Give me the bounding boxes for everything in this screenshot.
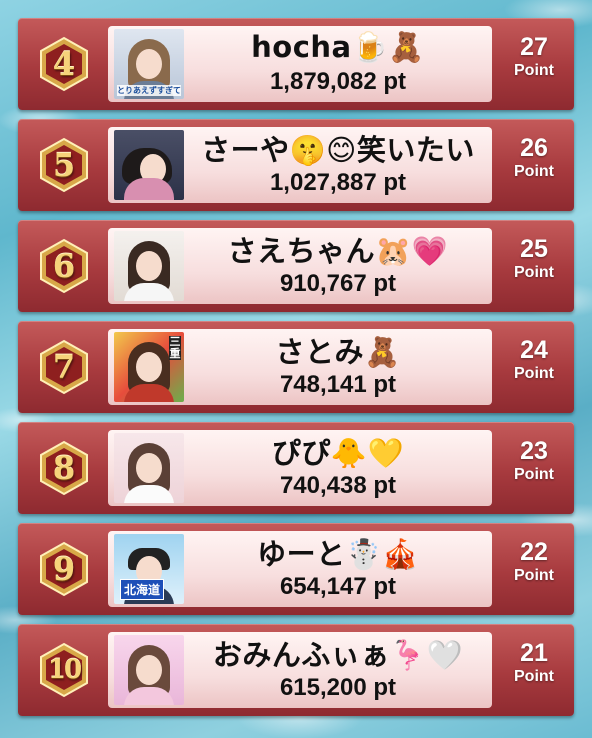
avatar-caption: 三重 (169, 335, 181, 360)
avatar[interactable]: 三重 (114, 332, 184, 402)
rank-badge: 5 (36, 137, 92, 193)
ranking-row[interactable]: 10 おみんふぃぁ🦩🤍 615,200 pt 21 Point (18, 624, 574, 716)
rank-badge: 8 (36, 440, 92, 496)
score-value: 1,027,887 pt (269, 169, 407, 196)
entry-panel: ぴぴ🐥💛 740,438 pt (108, 430, 492, 506)
ranking-row[interactable]: 7 三重 さとみ🧸 748,141 pt 24 Point (18, 321, 574, 413)
points-display: 27 Point (498, 32, 570, 96)
avatar[interactable]: 北海道 (114, 534, 184, 604)
rank-badge: 10 (36, 642, 92, 698)
streamer-name: おみんふぃぁ🦩🤍 (212, 638, 464, 672)
ranking-row[interactable]: 6 さえちゃん🐹💗 910,767 pt 25 Point (18, 220, 574, 312)
points-value: 26 (520, 134, 548, 162)
points-display: 24 Point (498, 335, 570, 399)
ranking-row[interactable]: 8 ぴぴ🐥💛 740,438 pt 23 Point (18, 422, 574, 514)
entry-panel: おみんふぃぁ🦩🤍 615,200 pt (108, 632, 492, 708)
points-value: 24 (520, 336, 548, 364)
ranking-list: 4 とりあえずすぎて! hocha🍺🧸 1,879,082 pt 27 Poin… (0, 0, 592, 738)
score-value: 748,141 pt (279, 371, 397, 398)
streamer-name: さえちゃん🐹💗 (227, 234, 449, 268)
points-display: 22 Point (498, 537, 570, 601)
entry-panel: さーや🤫😊笑いたい 1,027,887 pt (108, 127, 492, 203)
points-value: 27 (520, 33, 548, 61)
points-unit: Point (514, 163, 554, 180)
streamer-name: さーや🤫😊笑いたい (201, 133, 475, 167)
points-unit: Point (514, 365, 554, 382)
points-value: 23 (520, 437, 548, 465)
rank-number: 6 (52, 247, 76, 285)
points-value: 25 (520, 235, 548, 263)
points-unit: Point (514, 264, 554, 281)
streamer-name: ぴぴ🐥💛 (271, 436, 405, 470)
rank-number: 8 (52, 449, 76, 487)
points-display: 25 Point (498, 234, 570, 298)
score-value: 740,438 pt (279, 472, 397, 499)
entry-panel: さえちゃん🐹💗 910,767 pt (108, 228, 492, 304)
rank-number: 10 (47, 655, 82, 685)
avatar[interactable] (114, 231, 184, 301)
entry-panel: とりあえずすぎて! hocha🍺🧸 1,879,082 pt (108, 26, 492, 102)
rank-number: 5 (52, 146, 76, 184)
score-value: 1,879,082 pt (269, 68, 407, 95)
rank-number: 9 (52, 550, 76, 588)
avatar-caption: 北海道 (120, 579, 165, 600)
rank-badge: 4 (36, 36, 92, 92)
points-unit: Point (514, 62, 554, 79)
points-value: 22 (520, 538, 548, 566)
rank-badge: 6 (36, 238, 92, 294)
entry-panel: 三重 さとみ🧸 748,141 pt (108, 329, 492, 405)
score-value: 654,147 pt (279, 573, 397, 600)
streamer-name: hocha🍺🧸 (251, 29, 425, 64)
points-value: 21 (520, 639, 548, 667)
rank-number: 4 (52, 45, 76, 83)
ranking-row[interactable]: 4 とりあえずすぎて! hocha🍺🧸 1,879,082 pt 27 Poin… (18, 18, 574, 110)
avatar[interactable] (114, 130, 184, 200)
points-unit: Point (514, 567, 554, 584)
points-display: 26 Point (498, 133, 570, 197)
avatar[interactable] (114, 433, 184, 503)
avatar-caption: とりあえずすぎて! (117, 85, 181, 96)
avatar[interactable]: とりあえずすぎて! (114, 29, 184, 99)
streamer-name: さとみ🧸 (275, 335, 401, 369)
avatar[interactable] (114, 635, 184, 705)
ranking-row[interactable]: 5 さーや🤫😊笑いたい 1,027,887 pt 26 Point (18, 119, 574, 211)
ranking-row[interactable]: 9 北海道 ゆーと☃️🎪 654,147 pt 22 Point (18, 523, 574, 615)
points-unit: Point (514, 668, 554, 685)
entry-panel: 北海道 ゆーと☃️🎪 654,147 pt (108, 531, 492, 607)
rank-badge: 7 (36, 339, 92, 395)
streamer-name: ゆーと☃️🎪 (257, 537, 419, 571)
rank-badge: 9 (36, 541, 92, 597)
rank-number: 7 (52, 348, 76, 386)
points-unit: Point (514, 466, 554, 483)
score-value: 615,200 pt (279, 674, 397, 701)
points-display: 21 Point (498, 638, 570, 702)
score-value: 910,767 pt (279, 270, 397, 297)
points-display: 23 Point (498, 436, 570, 500)
